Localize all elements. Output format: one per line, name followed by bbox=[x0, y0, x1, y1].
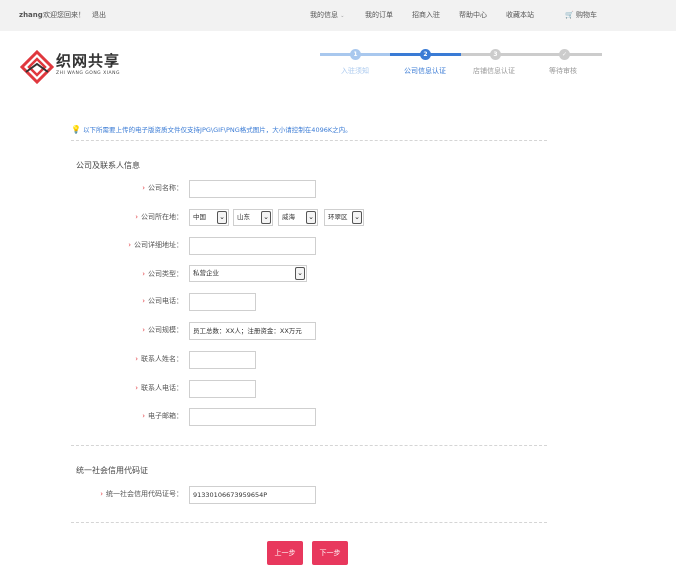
logo-text: 织网共享 bbox=[56, 52, 121, 70]
cart-icon: 🛒 bbox=[565, 11, 574, 19]
progress-steps: 1 2 3 ✓ 入驻须知 公司信息认证 店铺信息认证 等待审核 bbox=[320, 47, 602, 77]
upload-notice: 💡 以下所需要上传的电子版资质文件仅支持JPG\GIF\PNG格式图片，大小请控… bbox=[71, 124, 352, 134]
required-star-icon: › bbox=[142, 326, 145, 334]
company-scale-label-text: 公司规模： bbox=[148, 326, 183, 334]
city-value: 威海 bbox=[282, 213, 295, 221]
next-step-button[interactable]: 下一步 bbox=[312, 541, 348, 565]
required-star-icon: › bbox=[135, 213, 138, 221]
required-star-icon: › bbox=[142, 270, 145, 278]
contact-phone-input[interactable] bbox=[189, 380, 256, 398]
company-location-label: › 公司所在地： bbox=[135, 212, 183, 222]
company-section-title: 公司及联系人信息 bbox=[76, 161, 140, 170]
company-name-label: › 公司名称： bbox=[142, 183, 183, 193]
country-select[interactable]: 中国 ⌄ bbox=[189, 209, 229, 226]
province-select[interactable]: 山东 ⌄ bbox=[233, 209, 273, 226]
credit-section-title: 统一社会信用代码证 bbox=[76, 466, 148, 475]
company-address-label: › 公司详细地址： bbox=[128, 240, 183, 250]
cart-label: 购物车 bbox=[575, 11, 597, 19]
step-1-dot: 1 bbox=[350, 49, 361, 60]
credit-code-input[interactable]: 91330106673959654P bbox=[189, 486, 316, 504]
top-bar: zhang 欢迎您回来！ 退出 我的信息 ⌄ 我的订单 招商入驻 帮助中心 收藏… bbox=[0, 0, 676, 31]
divider bbox=[71, 522, 547, 523]
help-center-link[interactable]: 帮助中心 bbox=[459, 11, 487, 19]
required-star-icon: › bbox=[142, 412, 145, 420]
notice-text: 以下所需要上传的电子版资质文件仅支持JPG\GIF\PNG格式图片，大小请控制在… bbox=[83, 126, 352, 134]
company-type-select[interactable]: 私营企业 ⌄ bbox=[189, 265, 307, 282]
welcome-text: 欢迎您回来！ bbox=[43, 11, 85, 19]
step-bar-3 bbox=[461, 53, 602, 56]
chevron-down-icon: ⌄ bbox=[261, 211, 271, 224]
company-type-value: 私营企业 bbox=[193, 269, 219, 277]
email-label: › 电子邮箱： bbox=[142, 411, 183, 421]
company-name-label-text: 公司名称： bbox=[148, 184, 183, 192]
divider bbox=[71, 140, 547, 141]
step-1-label: 入驻须知 bbox=[341, 67, 369, 75]
step-3-dot: 3 bbox=[490, 49, 501, 60]
step-4-check-icon: ✓ bbox=[559, 49, 570, 60]
contact-phone-label: › 联系人电话： bbox=[135, 383, 183, 393]
district-value: 环翠区 bbox=[328, 213, 348, 221]
lightbulb-icon: 💡 bbox=[71, 125, 81, 134]
company-address-input[interactable] bbox=[189, 237, 316, 255]
company-type-label-text: 公司类型： bbox=[148, 270, 183, 278]
join-link[interactable]: 招商入驻 bbox=[412, 11, 440, 19]
my-info-menu[interactable]: 我的信息 ⌄ bbox=[310, 11, 344, 20]
contact-phone-label-text: 联系人电话： bbox=[141, 384, 183, 392]
province-value: 山东 bbox=[237, 213, 250, 221]
company-scale-input[interactable]: 员工总数：XX人；注册资金：XX万元 bbox=[189, 322, 316, 340]
company-address-label-text: 公司详细地址： bbox=[134, 241, 183, 249]
required-star-icon: › bbox=[128, 241, 131, 249]
site-logo[interactable]: 织网共享 ZHI WANG GONG XIANG bbox=[20, 50, 130, 84]
cart-link[interactable]: 🛒 购物车 bbox=[565, 11, 597, 19]
credit-code-label: › 统一社会信用代码证号： bbox=[100, 489, 183, 499]
country-value: 中国 bbox=[193, 213, 206, 221]
required-star-icon: › bbox=[142, 184, 145, 192]
company-type-label: › 公司类型： bbox=[142, 269, 183, 279]
required-star-icon: › bbox=[100, 490, 103, 498]
required-star-icon: › bbox=[135, 384, 138, 392]
prev-step-button[interactable]: 上一步 bbox=[267, 541, 303, 565]
chevron-down-icon: ⌄ bbox=[340, 13, 345, 19]
step-2-label: 公司信息认证 bbox=[404, 67, 446, 75]
city-select[interactable]: 威海 ⌄ bbox=[278, 209, 318, 226]
contact-name-label: › 联系人姓名： bbox=[135, 354, 183, 364]
logo-subtitle: ZHI WANG GONG XIANG bbox=[56, 71, 120, 76]
username[interactable]: zhang bbox=[19, 11, 43, 19]
step-3-label: 店铺信息认证 bbox=[473, 67, 515, 75]
divider bbox=[71, 445, 547, 446]
step-4-label: 等待审核 bbox=[549, 67, 577, 75]
chevron-down-icon: ⌄ bbox=[295, 267, 305, 280]
my-info-label: 我的信息 bbox=[310, 11, 338, 19]
email-input[interactable] bbox=[189, 408, 316, 426]
chevron-down-icon: ⌄ bbox=[352, 211, 362, 224]
required-star-icon: › bbox=[135, 355, 138, 363]
company-phone-label: › 公司电话： bbox=[142, 296, 183, 306]
required-star-icon: › bbox=[142, 297, 145, 305]
bookmark-link[interactable]: 收藏本站 bbox=[506, 11, 534, 19]
company-name-input[interactable] bbox=[189, 180, 316, 198]
company-scale-label: › 公司规模： bbox=[142, 325, 183, 335]
company-phone-input[interactable] bbox=[189, 293, 256, 311]
logout-link[interactable]: 退出 bbox=[92, 11, 106, 19]
contact-name-input[interactable] bbox=[189, 351, 256, 369]
contact-name-label-text: 联系人姓名： bbox=[141, 355, 183, 363]
logo-mark-icon bbox=[20, 50, 54, 84]
chevron-down-icon: ⌄ bbox=[306, 211, 316, 224]
my-orders-link[interactable]: 我的订单 bbox=[365, 11, 393, 19]
company-location-label-text: 公司所在地： bbox=[141, 213, 183, 221]
step-2-dot: 2 bbox=[420, 49, 431, 60]
chevron-down-icon: ⌄ bbox=[217, 211, 227, 224]
district-select[interactable]: 环翠区 ⌄ bbox=[324, 209, 364, 226]
credit-code-label-text: 统一社会信用代码证号： bbox=[106, 490, 183, 498]
email-label-text: 电子邮箱： bbox=[148, 412, 183, 420]
company-phone-label-text: 公司电话： bbox=[148, 297, 183, 305]
